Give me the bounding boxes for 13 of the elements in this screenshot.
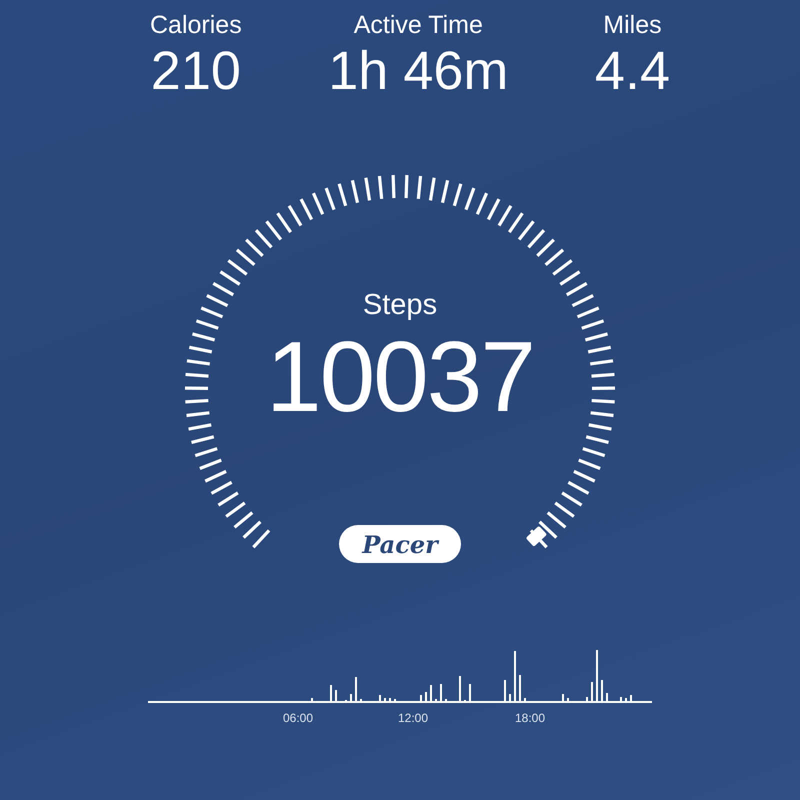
steps-label: Steps (362, 288, 438, 322)
time-label: 12:00 (398, 711, 428, 725)
time-label: 06:00 (283, 711, 314, 725)
stat-label: Calories (150, 10, 242, 40)
stat-value: 1h 46m (328, 40, 508, 102)
stat-value: 210 (150, 40, 241, 102)
steps-count: 10037 (266, 322, 534, 432)
progress-marker (526, 526, 548, 547)
stat-value: 4.4 (594, 40, 670, 102)
stat-label: Miles (603, 10, 662, 40)
stat-label: Active Time (354, 10, 483, 40)
time-label: 18:00 (515, 711, 546, 725)
app-logo: Pacer (339, 525, 461, 563)
